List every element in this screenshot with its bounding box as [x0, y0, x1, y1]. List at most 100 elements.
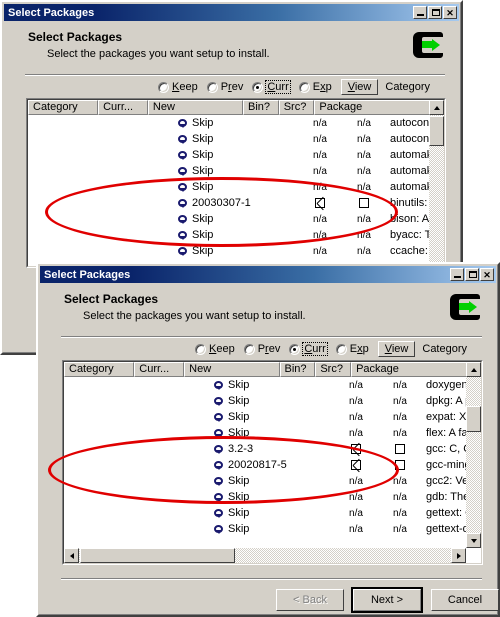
radio-exp[interactable]: Exp — [298, 81, 332, 93]
package-action-icon[interactable] — [178, 134, 188, 144]
column-header-category-2[interactable]: Category — [64, 362, 135, 377]
column-header-new-2[interactable]: New — [184, 362, 280, 377]
table-row[interactable]: Skipn/an/aflex: A fast lexical analyz — [64, 425, 481, 441]
cell-src[interactable]: n/a — [342, 213, 386, 225]
cell-bin[interactable]: n/a — [334, 475, 378, 487]
cell-bin[interactable]: n/a — [334, 427, 378, 439]
cell-src[interactable]: n/a — [378, 491, 422, 503]
window1-rows[interactable]: Skipn/an/aautoconf-devel: DevelopmentSki… — [28, 115, 444, 266]
cell-bin[interactable]: n/a — [298, 245, 342, 257]
table-row[interactable]: Skipn/an/agcc2: Version 2.95.3 of — [64, 473, 481, 489]
column-header-bin[interactable]: Bin? — [243, 100, 279, 115]
cell-new[interactable]: Skip — [178, 181, 298, 193]
window2-hscroll-thumb[interactable] — [80, 548, 235, 563]
cell-new[interactable]: Skip — [214, 523, 334, 535]
cell-bin[interactable] — [334, 459, 378, 471]
column-header-new[interactable]: New — [147, 100, 244, 115]
cell-new[interactable]: Skip — [178, 149, 298, 161]
minimize-button[interactable] — [413, 6, 427, 19]
package-action-icon[interactable] — [178, 150, 188, 160]
cell-src[interactable] — [378, 459, 422, 471]
cell-new[interactable]: Skip — [214, 507, 334, 519]
cell-src[interactable]: n/a — [378, 395, 422, 407]
package-action-icon[interactable] — [214, 508, 224, 518]
cell-src[interactable]: n/a — [378, 411, 422, 423]
cell-bin[interactable]: n/a — [334, 379, 378, 391]
column-header-curr[interactable]: Curr... — [98, 100, 148, 115]
cell-new[interactable]: Skip — [178, 213, 298, 225]
cell-bin[interactable]: n/a — [298, 149, 342, 161]
package-action-icon[interactable] — [214, 396, 224, 406]
radio-keep-2[interactable]: Keep — [195, 343, 235, 355]
table-row[interactable]: Skipn/an/aautoconf-devel: Development — [28, 115, 444, 131]
checkbox-unchecked[interactable] — [395, 444, 405, 455]
cell-src[interactable]: n/a — [378, 507, 422, 519]
scroll-up-button[interactable] — [429, 100, 444, 115]
checkbox-unchecked[interactable] — [395, 460, 405, 471]
package-action-icon[interactable] — [178, 214, 188, 224]
window1-scroll-thumb[interactable] — [429, 116, 444, 146]
column-header-category[interactable]: Category — [28, 100, 99, 115]
package-action-icon[interactable] — [178, 182, 188, 192]
package-action-icon[interactable] — [178, 166, 188, 176]
radio-prev-2[interactable]: Prev — [243, 343, 280, 355]
window2-package-list[interactable]: Category Curr... New Bin? Src? Package S… — [62, 360, 483, 565]
close-button-2[interactable]: ✕ — [480, 268, 494, 281]
column-header-package[interactable]: Package — [314, 100, 433, 115]
cell-new[interactable]: Skip — [178, 117, 298, 129]
column-header-bin-2[interactable]: Bin? — [279, 362, 316, 377]
radio-keep[interactable]: Keep — [158, 81, 198, 93]
package-action-icon[interactable] — [214, 492, 224, 502]
table-row[interactable]: Skipn/an/aautoconf-stable: Stable v — [28, 131, 444, 147]
maximize-button[interactable] — [428, 6, 442, 19]
cell-bin[interactable]: n/a — [298, 181, 342, 193]
cell-bin[interactable]: n/a — [298, 133, 342, 145]
column-header-src[interactable]: Src? — [278, 100, 315, 115]
checkbox-checked[interactable] — [351, 444, 361, 455]
radio-curr[interactable]: Curr — [252, 80, 291, 94]
cell-new[interactable]: Skip — [178, 245, 298, 257]
window2-rows[interactable]: Skipn/an/adoxygen: Doxygen is a dSkipn/a… — [64, 377, 481, 563]
close-button[interactable]: ✕ — [443, 6, 457, 19]
package-action-icon[interactable] — [178, 118, 188, 128]
cell-bin[interactable]: n/a — [334, 491, 378, 503]
view-button[interactable]: View — [340, 79, 379, 95]
package-action-icon[interactable] — [214, 428, 224, 438]
cell-bin[interactable]: n/a — [298, 117, 342, 129]
radio-curr-2[interactable]: Curr — [289, 342, 328, 356]
cell-src[interactable]: n/a — [342, 133, 386, 145]
checkbox-checked[interactable] — [351, 460, 361, 471]
cell-bin[interactable]: n/a — [334, 395, 378, 407]
cell-src[interactable] — [342, 197, 386, 209]
cell-new[interactable]: 3.2-3 — [214, 443, 334, 455]
next-button[interactable]: Next > — [351, 587, 423, 613]
window1-vertical-scrollbar[interactable] — [429, 100, 444, 266]
table-row[interactable]: Skipn/an/accache: A C compiler ca — [28, 243, 444, 259]
package-action-icon[interactable] — [178, 246, 188, 256]
view-button-2[interactable]: View — [377, 341, 416, 357]
table-row[interactable]: 20030307-1binutils: The GNU assem — [28, 195, 444, 211]
cell-bin[interactable]: n/a — [334, 507, 378, 519]
window2-titlebar[interactable]: Select Packages ✕ — [40, 266, 496, 283]
cell-new[interactable]: Skip — [214, 475, 334, 487]
cell-src[interactable] — [378, 443, 422, 455]
scroll-down-button-2[interactable] — [466, 533, 481, 548]
cell-new[interactable]: 20030307-1 — [178, 197, 298, 209]
table-row[interactable]: Skipn/an/aautomake-stable: Stable — [28, 179, 444, 195]
cancel-button[interactable]: Cancel — [431, 589, 499, 611]
window1-package-list[interactable]: Category Curr... New Bin? Src? Package S… — [26, 98, 446, 268]
cell-new[interactable]: Skip — [214, 379, 334, 391]
table-row[interactable]: Skipn/an/adpkg: A package manag — [64, 393, 481, 409]
package-action-icon[interactable] — [214, 412, 224, 422]
cell-src[interactable]: n/a — [342, 117, 386, 129]
cell-new[interactable]: Skip — [214, 411, 334, 423]
radio-exp-2[interactable]: Exp — [335, 343, 369, 355]
checkbox-unchecked[interactable] — [359, 198, 369, 209]
cell-new[interactable]: Skip — [178, 229, 298, 241]
column-header-package-2[interactable]: Package — [351, 362, 470, 377]
table-row[interactable]: Skipn/an/aexpat: XML parser library — [64, 409, 481, 425]
cell-new[interactable]: Skip — [214, 427, 334, 439]
cell-src[interactable]: n/a — [378, 427, 422, 439]
table-row[interactable]: 20020817-5gcc-mingw: Mingw32 su — [64, 457, 481, 473]
table-row[interactable]: Skipn/an/agettext: GNU Internation — [64, 505, 481, 521]
